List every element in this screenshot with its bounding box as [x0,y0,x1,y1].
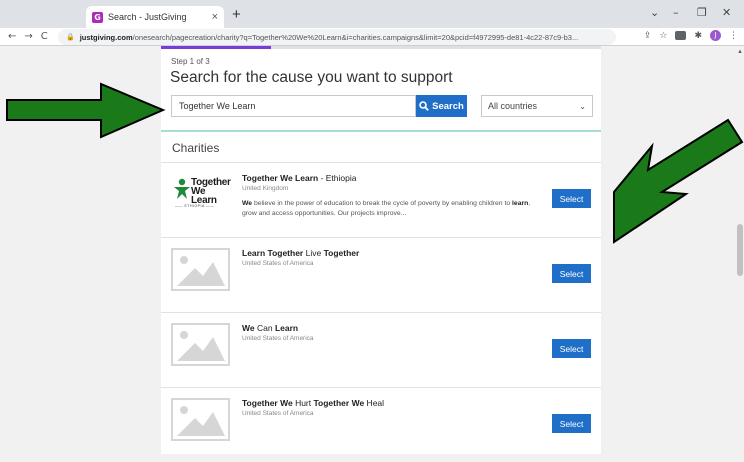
reload-icon[interactable]: C [41,31,48,42]
charity-card: Together We Learn —— ETHIOPIA —— Together W… [161,162,601,237]
divider [161,130,601,132]
charity-name[interactable]: Learn Together Live Together [242,248,359,258]
scrollbar[interactable]: ▲ [736,46,744,454]
step-progress-bar [161,46,601,49]
select-button[interactable]: Select [552,414,591,433]
text-run: Hurt [292,398,314,408]
text-run: We [242,323,255,333]
select-button[interactable]: Select [552,264,591,283]
text-run: believe in the power of education to bre… [252,200,513,207]
charity-description: We believe in the power of education to … [242,199,542,219]
tab-bar: G Search - JustGiving × + ⌄ – ❐ ✕ [0,0,744,28]
search-icon [419,101,429,111]
url-host: justgiving.com [79,32,133,42]
landscape-icon [177,256,225,286]
step-indicator: Step 1 of 3 [171,57,210,66]
placeholder-frame [171,323,230,366]
text-run: learn [512,200,529,207]
charity-logo: Together We Learn —— ETHIOPIA —— [171,173,231,216]
charity-name[interactable]: Together We Learn - Ethiopia [242,173,356,183]
select-button[interactable]: Select [552,339,591,358]
address-bar[interactable]: 🔒 justgiving.com /onesearch/pagecreation… [58,29,616,45]
text-run: Live [303,248,324,258]
logo-text: Together We Learn [191,178,231,206]
toolbar-actions: ⇪ ☆ ✱ J ⋮ [644,30,738,41]
charity-country: United States of America [242,335,314,342]
text-run: Together [323,248,360,258]
charity-country: United States of America [242,410,314,417]
minimize-icon[interactable]: – [673,6,679,19]
extension-icon[interactable] [675,31,687,40]
window-close-icon[interactable]: ✕ [722,6,731,19]
placeholder-frame [171,398,230,441]
text-run: Learn Together [242,248,304,258]
charity-card: Together We Hurt Together We Heal United … [161,387,601,462]
text-run: - Ethiopia [318,173,357,183]
together-we-learn-logo: Together We Learn —— ETHIOPIA —— [171,173,231,216]
tab-search-icon[interactable]: ⌄ [650,6,659,19]
tab-title: Search - JustGiving [108,12,187,22]
scroll-up-icon[interactable]: ▲ [737,49,743,55]
forward-icon[interactable]: → [24,31,32,42]
text-run: Heal [364,398,385,408]
profile-avatar[interactable]: J [710,30,721,41]
section-title: Charities [172,141,220,155]
logo-figure-icon [174,178,190,199]
annotation-arrow-right [613,118,744,244]
logo-sub: —— ETHIOPIA —— [175,204,215,208]
browser-tab[interactable]: G Search - JustGiving × [86,6,224,28]
country-select[interactable]: All countries ⌄ [481,95,593,117]
text-run: Learn [274,323,299,333]
charity-name[interactable]: Together We Hurt Together We Heal [242,398,384,408]
chevron-down-icon: ⌄ [579,101,586,111]
search-input[interactable]: Together We Learn [171,95,416,117]
image-placeholder-icon [171,323,230,366]
logo-sub-text: ETHIOPIA [184,204,205,208]
back-icon[interactable]: ← [8,31,16,42]
restore-icon[interactable]: ❐ [697,6,707,19]
annotation-arrow-left [6,82,166,139]
charity-card: Learn Together Live Together United State… [161,237,601,312]
logo-line-2: We Learn [191,186,217,206]
image-placeholder-icon [171,398,230,441]
landscape-icon [177,406,225,436]
search-button[interactable]: Search [416,95,467,117]
share-icon[interactable]: ⇪ [644,31,652,41]
tab-close-icon[interactable]: × [212,11,218,23]
placeholder-frame [171,248,230,291]
landscape-icon [177,331,225,361]
page-title: Search for the cause you want to support [170,69,453,86]
charity-name[interactable]: We Can Learn [242,323,298,333]
text-run: Together We Learn [242,173,319,183]
country-select-value: All countries [488,101,538,111]
charity-country: United States of America [242,260,314,267]
menu-kebab-icon[interactable]: ⋮ [729,31,738,41]
search-button-label: Search [432,100,464,112]
bookmark-star-icon[interactable]: ☆ [659,31,667,41]
new-tab-button[interactable]: + [232,6,241,23]
image-placeholder-icon [171,248,230,291]
justgiving-favicon-icon: G [92,11,103,23]
browser-toolbar: ← → C 🔒 justgiving.com /onesearch/pagecr… [0,28,744,46]
charity-country: United Kingdom [242,185,289,192]
text-run: We [242,200,253,207]
charity-card: We Can Learn United States of America Sele… [161,312,601,387]
search-panel: Step 1 of 3 Search for the cause you wan… [161,46,601,454]
step-progress-fill [161,46,271,49]
text-run: Can [254,323,275,333]
text-run: Together We [242,398,293,408]
lock-icon: 🔒 [66,34,75,41]
extensions-puzzle-icon[interactable]: ✱ [694,31,702,41]
select-button[interactable]: Select [552,189,591,208]
url-path: /onesearch/pagecreation/charity?q=Togeth… [132,32,579,42]
text-run: Together We [313,398,365,408]
